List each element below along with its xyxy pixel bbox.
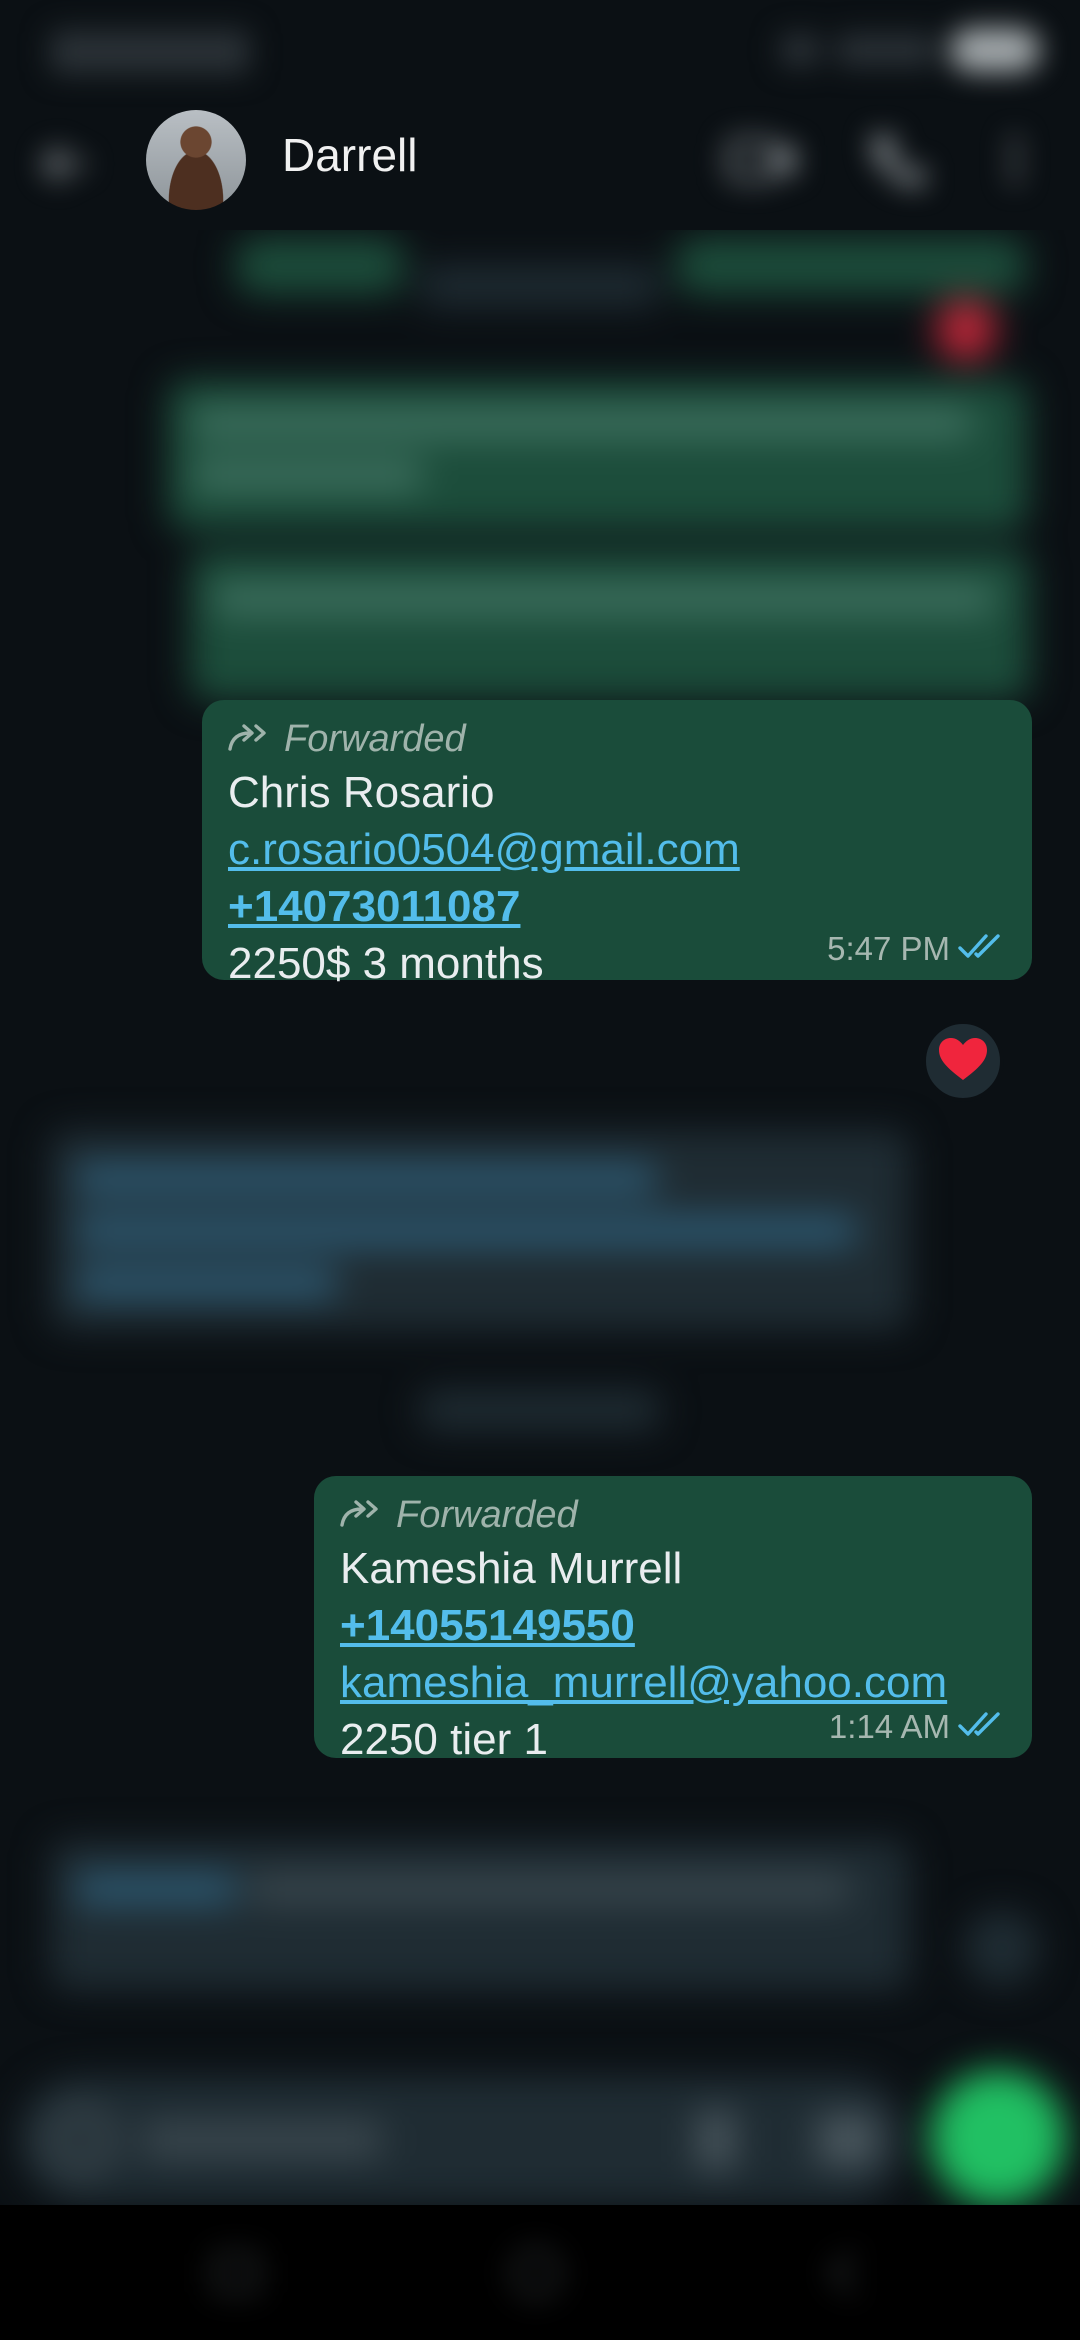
reaction-badge[interactable] — [922, 1020, 1004, 1102]
message-bubble[interactable]: Forwarded Kameshia Murrell +14055149550 … — [314, 1476, 1032, 1764]
system-nav-bar — [0, 2205, 1080, 2340]
email-link[interactable]: c.rosario0504@gmail.com — [228, 821, 1006, 878]
mic-button[interactable] — [930, 2070, 1066, 2206]
message-meta: 1:14 AM — [829, 1708, 1006, 1746]
phone-link[interactable]: +14055149550 — [340, 1597, 1006, 1654]
forward-arrow-icon — [228, 723, 266, 756]
read-ticks-icon — [958, 1710, 1006, 1745]
message-time: 5:47 PM — [827, 930, 950, 967]
status-icons — [780, 28, 1040, 72]
message-meta: 5:47 PM — [827, 930, 1006, 968]
email-link[interactable]: kameshia_murrell@yahoo.com — [340, 1654, 1006, 1711]
forward-arrow-icon — [340, 1499, 378, 1532]
read-ticks-icon — [958, 932, 1006, 967]
chat-header: Darrell — [0, 100, 1080, 230]
message-input[interactable] — [18, 2076, 908, 2204]
forwarded-indicator: Forwarded — [340, 1490, 1006, 1540]
contact-name-text: Chris Rosario — [228, 768, 495, 817]
contact-name[interactable]: Darrell — [282, 128, 417, 182]
phone-link[interactable]: +14073011087 — [228, 878, 1006, 935]
more-options-icon[interactable] — [1000, 130, 1030, 190]
camera-icon[interactable] — [818, 2114, 878, 2166]
forwarded-label: Forwarded — [396, 1493, 578, 1536]
emoji-icon[interactable] — [48, 2108, 112, 2172]
avatar[interactable] — [146, 110, 246, 210]
attach-icon[interactable] — [698, 2110, 734, 2170]
contact-name-text: Kameshia Murrell — [340, 1544, 683, 1593]
battery-icon — [950, 28, 1040, 72]
status-time — [50, 30, 250, 74]
forwarded-label: Forwarded — [284, 717, 466, 760]
video-call-icon[interactable] — [726, 130, 798, 190]
voice-call-icon[interactable] — [868, 130, 928, 190]
home-icon[interactable] — [506, 2245, 566, 2301]
back-arrow-icon[interactable] — [40, 144, 90, 184]
message-bubble[interactable]: Forwarded Chris Rosario c.rosario0504@gm… — [202, 700, 1032, 988]
recents-icon[interactable] — [206, 2245, 266, 2301]
heart-reaction-icon — [937, 1036, 989, 1087]
message-list[interactable]: Forwarded Chris Rosario c.rosario0504@gm… — [0, 230, 1080, 2060]
forwarded-indicator: Forwarded — [228, 714, 1006, 764]
back-icon[interactable] — [814, 2245, 874, 2301]
message-time: 1:14 AM — [828, 1708, 950, 1745]
status-bar — [0, 0, 1080, 100]
